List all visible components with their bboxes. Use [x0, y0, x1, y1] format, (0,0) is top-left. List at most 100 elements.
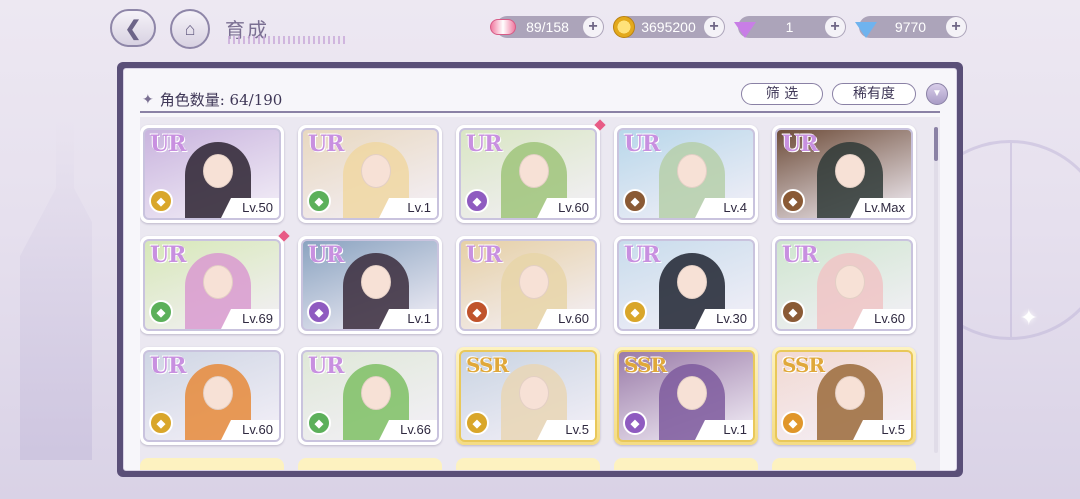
attribute-icon: ◆ [781, 300, 805, 324]
sort-order-icon[interactable]: ▼ [926, 83, 948, 105]
character-face [519, 265, 549, 299]
star-icon: ✦ [142, 91, 154, 108]
scroll-thumb[interactable] [934, 127, 938, 161]
rarity-badge: UR [150, 242, 186, 268]
character-portrait: UR ◆ Lv.60 [459, 128, 597, 220]
character-card[interactable]: UR ◆ Lv.1 [298, 125, 442, 223]
character-card[interactable]: UR ◆ Lv.50 [140, 125, 284, 223]
resource-paid-gem: 1 + [734, 16, 846, 38]
new-indicator-icon [278, 230, 290, 242]
character-portrait: UR ◆ Lv.60 [459, 239, 597, 331]
attribute-icon: ◆ [465, 189, 489, 213]
character-portrait: UR ◆ Lv.66 [301, 350, 439, 442]
level-label: Lv.5 [853, 420, 911, 440]
character-card[interactable]: SSR ◆ Lv.5 [456, 347, 600, 445]
character-portrait: UR ◆ Lv.Max [775, 128, 913, 220]
character-face [677, 265, 707, 299]
attribute-icon: ◆ [781, 189, 805, 213]
back-button[interactable]: ❮ [110, 9, 156, 47]
character-card[interactable]: SSR ◆ Lv.5 [772, 347, 916, 445]
add-free-gem-button[interactable]: + [946, 17, 966, 37]
rarity-badge: UR [624, 242, 660, 268]
header-divider [140, 111, 940, 113]
character-card-partial[interactable] [456, 458, 600, 470]
home-icon: ⌂ [184, 18, 196, 39]
character-face [835, 265, 865, 299]
rarity-badge: UR [624, 131, 660, 157]
character-card-partial[interactable] [772, 458, 916, 470]
purple-diamond-icon [734, 22, 756, 38]
rarity-sort-button[interactable]: 稀有度 [832, 83, 916, 105]
attribute-icon: ◆ [149, 189, 173, 213]
character-card[interactable]: UR ◆ Lv.66 [298, 347, 442, 445]
level-label: Lv.60 [853, 309, 911, 329]
attribute-icon: ◆ [781, 411, 805, 435]
character-card[interactable]: UR ◆ Lv.60 [456, 236, 600, 334]
character-card[interactable]: UR ◆ Lv.30 [614, 236, 758, 334]
attribute-icon: ◆ [465, 411, 489, 435]
character-count: ✦ 角色数量: 64/190 [142, 89, 282, 110]
character-card[interactable]: UR ◆ Lv.60 [140, 347, 284, 445]
character-card[interactable]: UR ◆ Lv.4 [614, 125, 758, 223]
character-card[interactable]: SSR ◆ Lv.1 [614, 347, 758, 445]
character-face [361, 154, 391, 188]
home-button[interactable]: ⌂ [170, 9, 210, 49]
level-label: Lv.69 [221, 309, 279, 329]
character-card[interactable]: UR ◆ Lv.69 [140, 230, 290, 334]
character-portrait: UR ◆ Lv.4 [617, 128, 755, 220]
scrollbar[interactable] [934, 127, 938, 453]
character-face [677, 376, 707, 410]
filter-button[interactable]: 筛 选 [741, 83, 823, 105]
character-card[interactable]: UR ◆ Lv.Max [772, 125, 916, 223]
rarity-badge: UR [308, 353, 344, 379]
attribute-icon: ◆ [149, 300, 173, 324]
attribute-icon: ◆ [149, 411, 173, 435]
character-card-partial[interactable] [614, 458, 758, 470]
level-label: Lv.60 [537, 198, 595, 218]
level-label: Lv.1 [379, 198, 437, 218]
character-card-partial[interactable] [140, 458, 284, 470]
attribute-icon: ◆ [307, 189, 331, 213]
character-portrait: UR ◆ Lv.60 [775, 239, 913, 331]
character-card[interactable]: UR ◆ Lv.60 [772, 236, 916, 334]
add-stamina-button[interactable]: + [583, 17, 603, 37]
add-gold-button[interactable]: + [704, 17, 724, 37]
character-face [203, 154, 233, 188]
character-portrait: SSR ◆ Lv.5 [775, 350, 913, 442]
character-face [361, 265, 391, 299]
coin-icon [613, 16, 635, 38]
character-card[interactable]: UR ◆ Lv.1 [298, 236, 442, 334]
blue-diamond-icon [855, 22, 877, 38]
attribute-icon: ◆ [307, 300, 331, 324]
rarity-badge: SSR [624, 353, 667, 377]
attribute-icon: ◆ [465, 300, 489, 324]
resource-gold: 3695200 + [613, 16, 725, 38]
rarity-badge: UR [150, 353, 186, 379]
level-label: Lv.4 [695, 198, 753, 218]
level-label: Lv.5 [537, 420, 595, 440]
resource-free-gem: 9770 + [855, 16, 967, 38]
attribute-icon: ◆ [623, 411, 647, 435]
character-card-partial[interactable] [298, 458, 442, 470]
background-castle [20, 120, 92, 460]
character-grid[interactable]: UR ◆ Lv.50 UR ◆ Lv.1 UR ◆ Lv.60 UR ◆ Lv.4 UR ◆ Lv.Max U… [140, 117, 940, 470]
candy-icon [490, 19, 516, 35]
title-decoration [228, 36, 346, 44]
character-face [835, 154, 865, 188]
character-list-panel: ✦ 角色数量: 64/190 筛 选 稀有度 ▼ UR ◆ Lv.50 UR ◆ Lv.1… [117, 62, 963, 477]
character-portrait: UR ◆ Lv.60 [143, 350, 281, 442]
level-label: Lv.50 [221, 198, 279, 218]
attribute-icon: ◆ [623, 300, 647, 324]
character-portrait: UR ◆ Lv.69 [143, 239, 281, 331]
level-label: Lv.30 [695, 309, 753, 329]
character-portrait: UR ◆ Lv.1 [301, 128, 439, 220]
rarity-badge: UR [782, 242, 818, 268]
character-face [203, 376, 233, 410]
character-card[interactable]: UR ◆ Lv.60 [456, 119, 606, 223]
rarity-badge: UR [308, 242, 344, 268]
rarity-badge: UR [466, 131, 502, 157]
add-paid-gem-button[interactable]: + [825, 17, 845, 37]
character-portrait: UR ◆ Lv.1 [301, 239, 439, 331]
rarity-badge: UR [466, 242, 502, 268]
rarity-badge: SSR [466, 353, 509, 377]
